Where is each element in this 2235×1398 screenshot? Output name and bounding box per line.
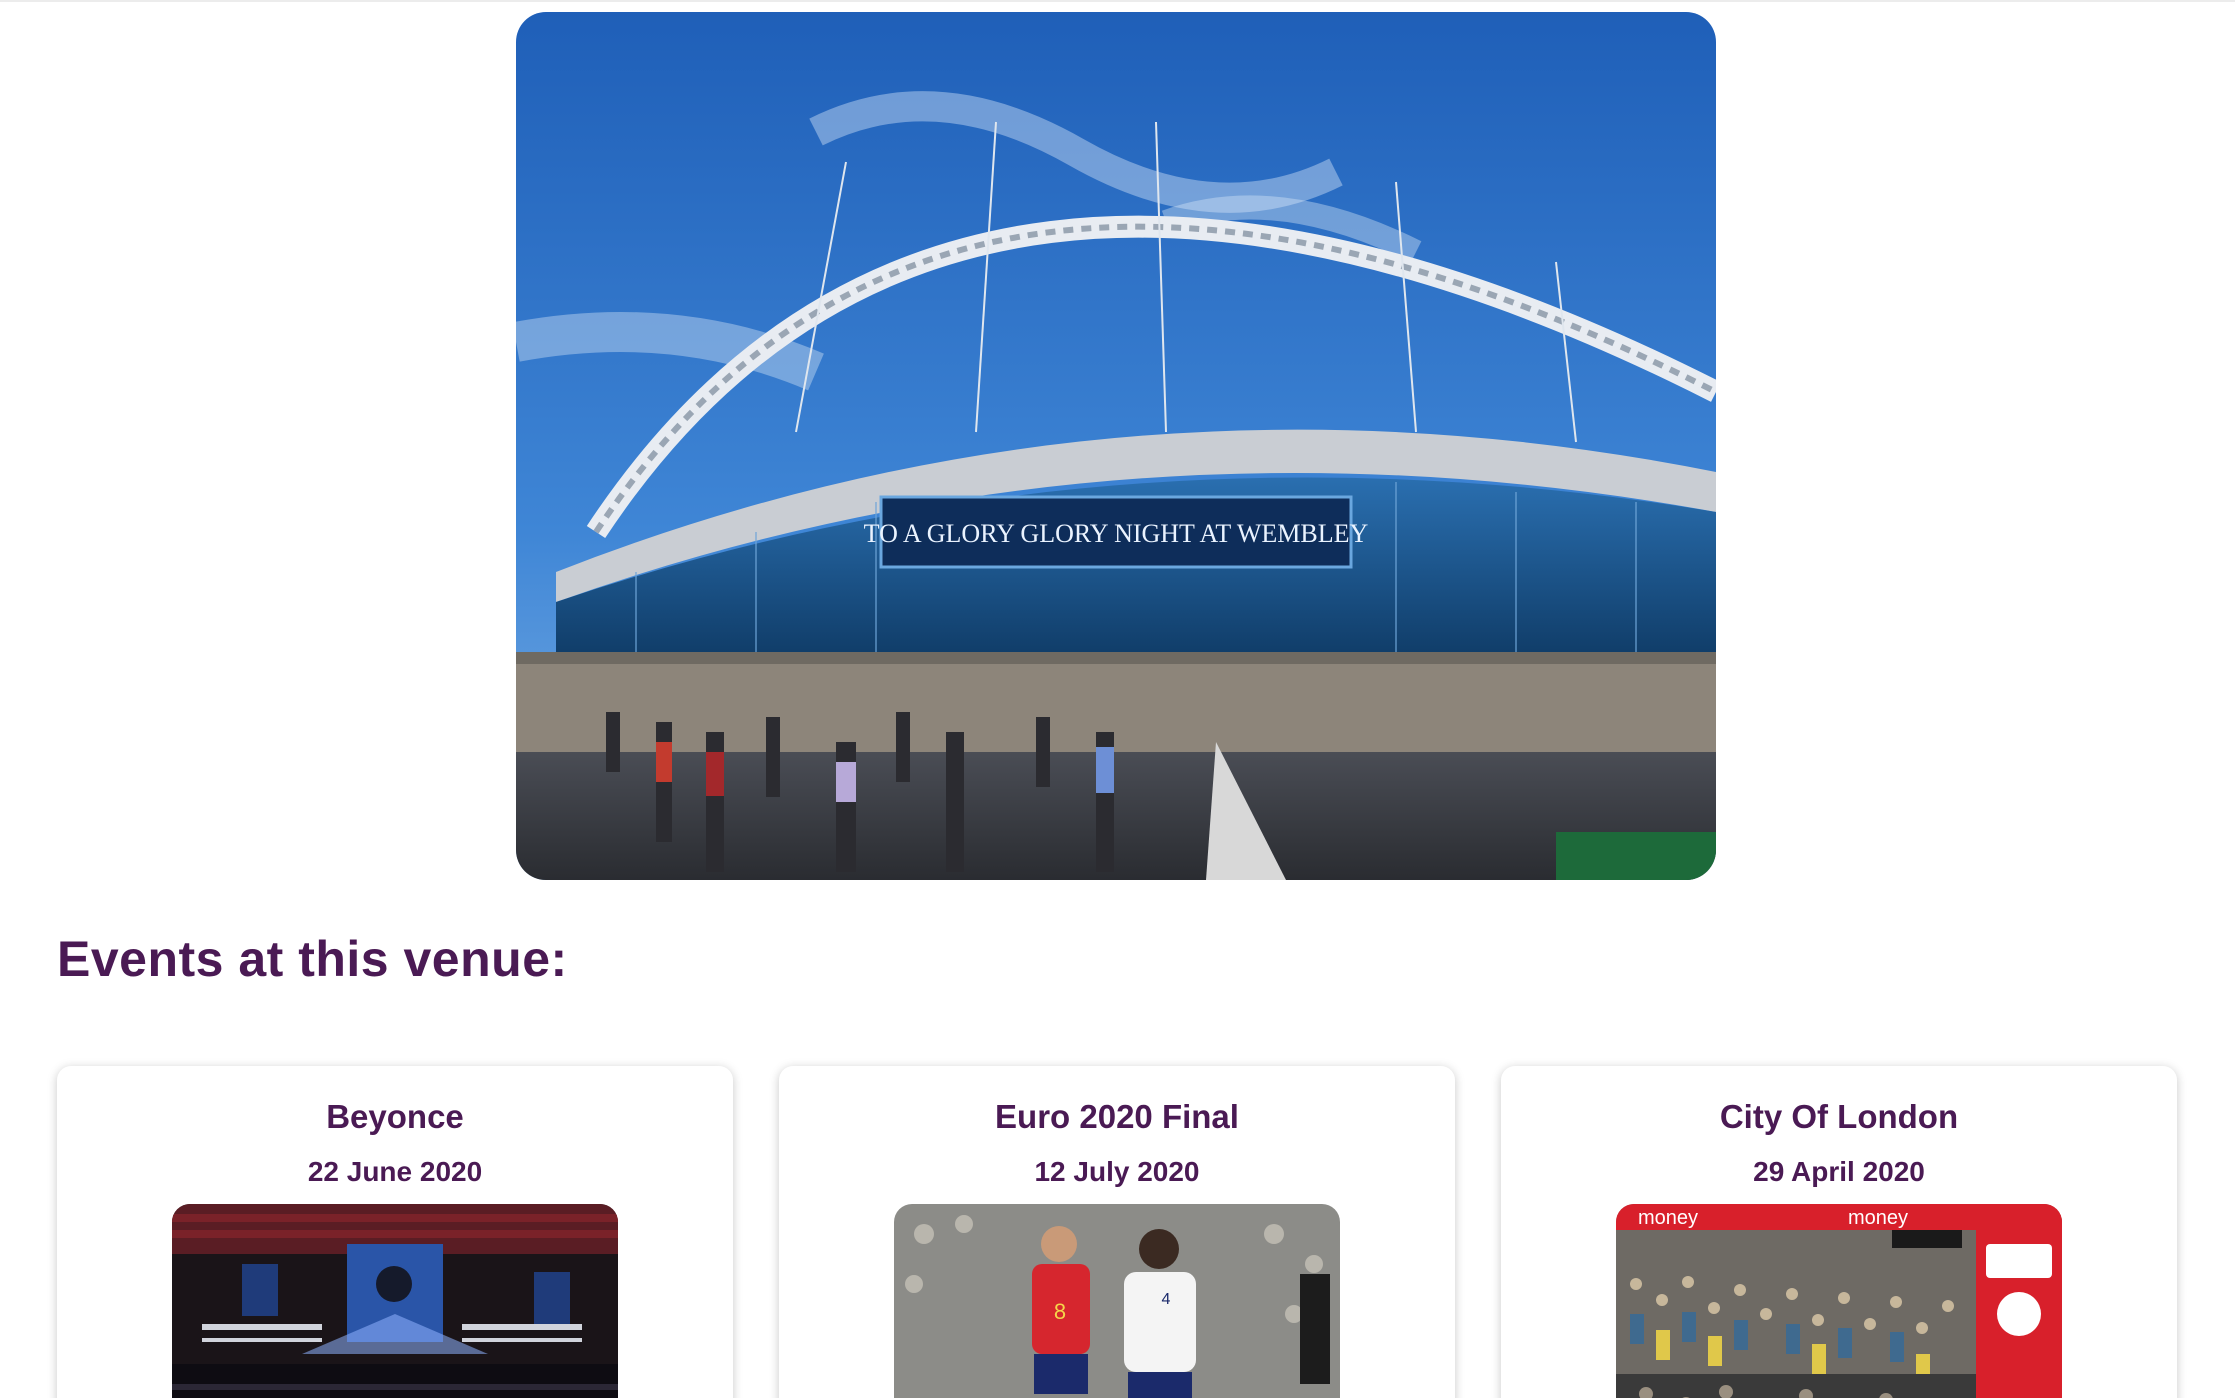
events-section-title: Events at this venue:: [57, 931, 568, 987]
event-card-city-of-london[interactable]: City Of London 29 April 2020 money money: [1501, 1066, 2177, 1398]
event-name[interactable]: City Of London: [1501, 1098, 2177, 1136]
stadium-photo-icon: TO A GLORY GLORY NIGHT AT WEMBLEY: [516, 12, 1716, 880]
event-image[interactable]: [172, 1204, 618, 1398]
event-date: 12 July 2020: [1034, 1156, 1200, 1187]
event-card-beyonce[interactable]: Beyonce 22 June 2020: [57, 1066, 733, 1398]
event-card-euro-2020-final[interactable]: Euro 2020 Final 12 July 2020 8 4: [779, 1066, 1455, 1398]
svg-text:8: 8: [1054, 1299, 1066, 1324]
concert-photo-icon: [172, 1204, 618, 1398]
event-date: 29 April 2020: [1753, 1156, 1925, 1187]
football-photo-icon: 8 4: [894, 1204, 1340, 1398]
event-date: 22 June 2020: [307, 1156, 483, 1187]
event-image[interactable]: money money: [1616, 1204, 2062, 1398]
sign-text: money: [1848, 1207, 1908, 1229]
venue-hero-image: TO A GLORY GLORY NIGHT AT WEMBLEY: [516, 12, 1716, 880]
sign-text: money: [1638, 1207, 1698, 1229]
svg-text:4: 4: [1162, 1291, 1171, 1308]
stadium-banner-text: TO A GLORY GLORY NIGHT AT WEMBLEY: [864, 519, 1369, 548]
top-divider: [0, 0, 2235, 2]
venue-page: TO A GLORY GLORY NIGHT AT WEMBLEY Events…: [0, 0, 2235, 1398]
marathon-photo-icon: money money: [1616, 1204, 2062, 1398]
event-image[interactable]: 8 4: [894, 1204, 1340, 1398]
event-name[interactable]: Beyonce: [57, 1098, 733, 1136]
event-name[interactable]: Euro 2020 Final: [779, 1098, 1455, 1136]
